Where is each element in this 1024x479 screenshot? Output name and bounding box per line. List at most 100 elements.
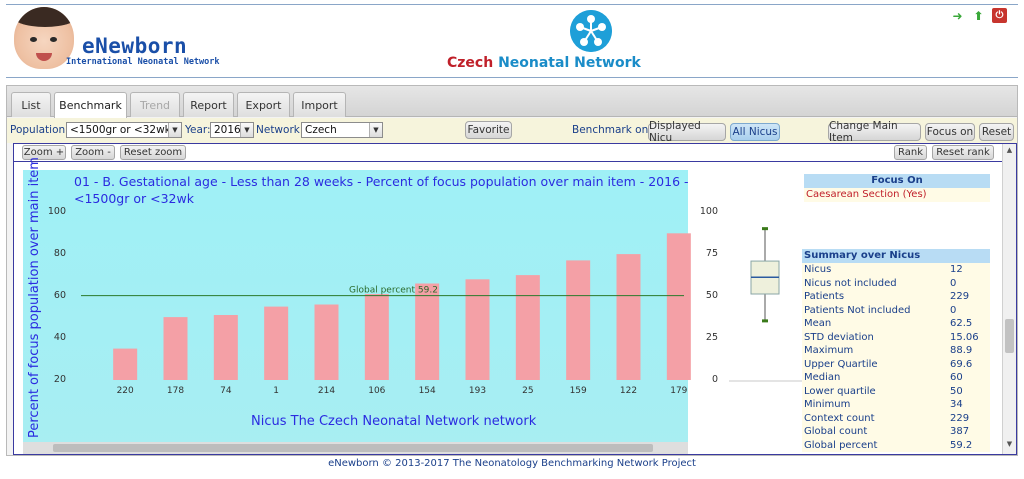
upload-icon[interactable]: ⬆ — [971, 8, 986, 23]
zoom-out-button[interactable]: Zoom - — [71, 145, 115, 160]
summary-value: 12 — [950, 264, 963, 275]
zoom-bar: Zoom + Zoom - Reset zoom Rank Reset rank — [14, 144, 1016, 162]
summary-row: Patients Not included 0 — [802, 303, 990, 317]
y-tick-label: 80 — [54, 248, 66, 259]
summary-row: Context count 229 — [802, 411, 990, 425]
scroll-down-icon[interactable]: ▼ — [1003, 440, 1016, 452]
summary-value: 387 — [950, 426, 970, 437]
benchmark-on-label: Benchmark on — [572, 124, 649, 136]
y-tick-label: 20 — [54, 374, 66, 385]
baby-logo-icon — [14, 7, 74, 69]
summary-key: STD deviation — [804, 331, 874, 343]
bar — [566, 260, 591, 380]
focus-value: Caesarean Section (Yes) — [804, 188, 990, 202]
summary-key: Maximum — [804, 345, 854, 356]
change-main-item-button[interactable]: Change Main Item — [828, 120, 921, 144]
x-axis-label: Nicus The Czech Neonatal Network network — [251, 414, 537, 429]
tab-export[interactable]: Export — [237, 92, 290, 117]
x-tick-label: 178 — [167, 386, 184, 396]
box-y-tick-label: 25 — [706, 332, 718, 343]
favorite-button[interactable]: Favorite — [465, 121, 512, 139]
summary-value: 15.06 — [950, 331, 979, 343]
footer-text: eNewborn © 2013-2017 The Neonatology Ben… — [328, 458, 696, 469]
tab-benchmark[interactable]: Benchmark — [54, 92, 127, 118]
reset-zoom-button[interactable]: Reset zoom — [120, 145, 186, 160]
vertical-scrollbar[interactable]: ▲ ▼ — [1002, 144, 1016, 454]
summary-header: Summary over Nicus — [802, 249, 990, 263]
summary-row: Global percent 59.2 — [802, 438, 990, 452]
scrollbar-thumb[interactable] — [53, 444, 653, 452]
tab-bar: List Benchmark Trend Report Export Impor… — [7, 86, 1017, 118]
chevron-down-icon: ▼ — [369, 123, 382, 137]
summary-key: Context count — [804, 412, 875, 424]
tab-trend: Trend — [130, 92, 180, 117]
summary-value: 0 — [950, 277, 957, 289]
scroll-up-icon[interactable]: ▲ — [1003, 146, 1016, 158]
x-tick-label: 214 — [318, 386, 335, 396]
bar — [213, 315, 238, 380]
year-label: Year: — [185, 124, 211, 136]
bar — [515, 275, 540, 380]
y-tick-label: 60 — [54, 290, 66, 301]
reset-rank-button[interactable]: Reset rank — [932, 145, 994, 160]
box-y-tick-label: 50 — [706, 290, 718, 301]
header-actions: ➜ ⬆ ⏻ — [950, 8, 1007, 23]
summary-value: 229 — [950, 412, 970, 424]
year-select[interactable]: 2016 ▼ — [210, 122, 254, 138]
summary-row: Lower quartile 50 — [802, 384, 990, 398]
bar — [314, 304, 339, 380]
summary-value: 229 — [950, 291, 970, 302]
network-label: Network: — [256, 124, 304, 136]
reset-button[interactable]: Reset — [979, 123, 1014, 141]
x-tick-label: 122 — [620, 386, 637, 396]
network-logo-icon — [570, 10, 612, 52]
logo-subtitle: International Neonatal Network — [66, 57, 220, 67]
summary-row: Mean 62.5 — [802, 317, 990, 331]
tab-list[interactable]: List — [11, 92, 51, 117]
x-tick-label: 106 — [368, 386, 385, 396]
summary-key: Patients — [804, 291, 845, 302]
benchmark-content: Zoom + Zoom - Reset zoom Rank Reset rank… — [13, 143, 1017, 455]
global-percent-label: Global percent 59.2 — [349, 286, 438, 296]
bar — [113, 348, 138, 380]
summary-row: Patients 229 — [802, 290, 990, 304]
tab-import[interactable]: Import — [293, 92, 346, 117]
bar — [465, 279, 490, 380]
focus-on-button[interactable]: Focus on — [925, 123, 975, 141]
x-tick-label: 25 — [522, 386, 533, 396]
x-tick-label: 220 — [117, 386, 134, 396]
summary-value: 50 — [950, 385, 963, 397]
population-label: Population: — [10, 124, 69, 136]
summary-key: Global percent — [804, 439, 878, 451]
chart-title-line1: 01 - B. Gestational age - Less than 28 w… — [74, 174, 689, 189]
summary-row: Minimum 34 — [802, 398, 990, 412]
power-icon[interactable]: ⏻ — [992, 8, 1007, 23]
rank-button[interactable]: Rank — [894, 145, 927, 160]
summary-key: Patients Not included — [804, 304, 911, 316]
summary-key: Upper Quartile — [804, 358, 878, 370]
x-tick-label: 159 — [570, 386, 587, 396]
summary-value: 60 — [950, 372, 963, 383]
summary-row: Nicus not included 0 — [802, 276, 990, 290]
bar — [163, 317, 188, 380]
bar — [666, 233, 691, 380]
network-select[interactable]: Czech ▼ — [301, 122, 383, 138]
all-nicus-button[interactable]: All Nicus — [730, 123, 780, 141]
summary-row: Global count 387 — [802, 425, 990, 439]
tab-report[interactable]: Report — [183, 92, 234, 117]
summary-value: 88.9 — [950, 345, 973, 356]
box-y-tick-label: 100 — [700, 206, 718, 217]
filter-toolbar: Population: <1500gr or <32wk ▼ Year: 201… — [7, 118, 1017, 144]
summary-key: Minimum — [804, 399, 851, 410]
summary-value: 59.2 — [950, 439, 973, 451]
population-select[interactable]: <1500gr or <32wk ▼ — [66, 122, 182, 138]
chart-title-line2: <1500gr or <32wk — [74, 191, 195, 206]
summary-key: Lower quartile — [804, 385, 876, 397]
exit-icon[interactable]: ➜ — [950, 8, 965, 23]
summary-value: 69.6 — [950, 358, 973, 370]
chart-horizontal-scrollbar[interactable] — [23, 442, 688, 454]
bar-chart: 01 - B. Gestational age - Less than 28 w… — [27, 157, 804, 438]
displayed-nicu-button[interactable]: Displayed Nicu — [648, 120, 726, 144]
summary-key: Median — [804, 372, 841, 383]
scrollbar-thumb[interactable] — [1005, 319, 1014, 353]
